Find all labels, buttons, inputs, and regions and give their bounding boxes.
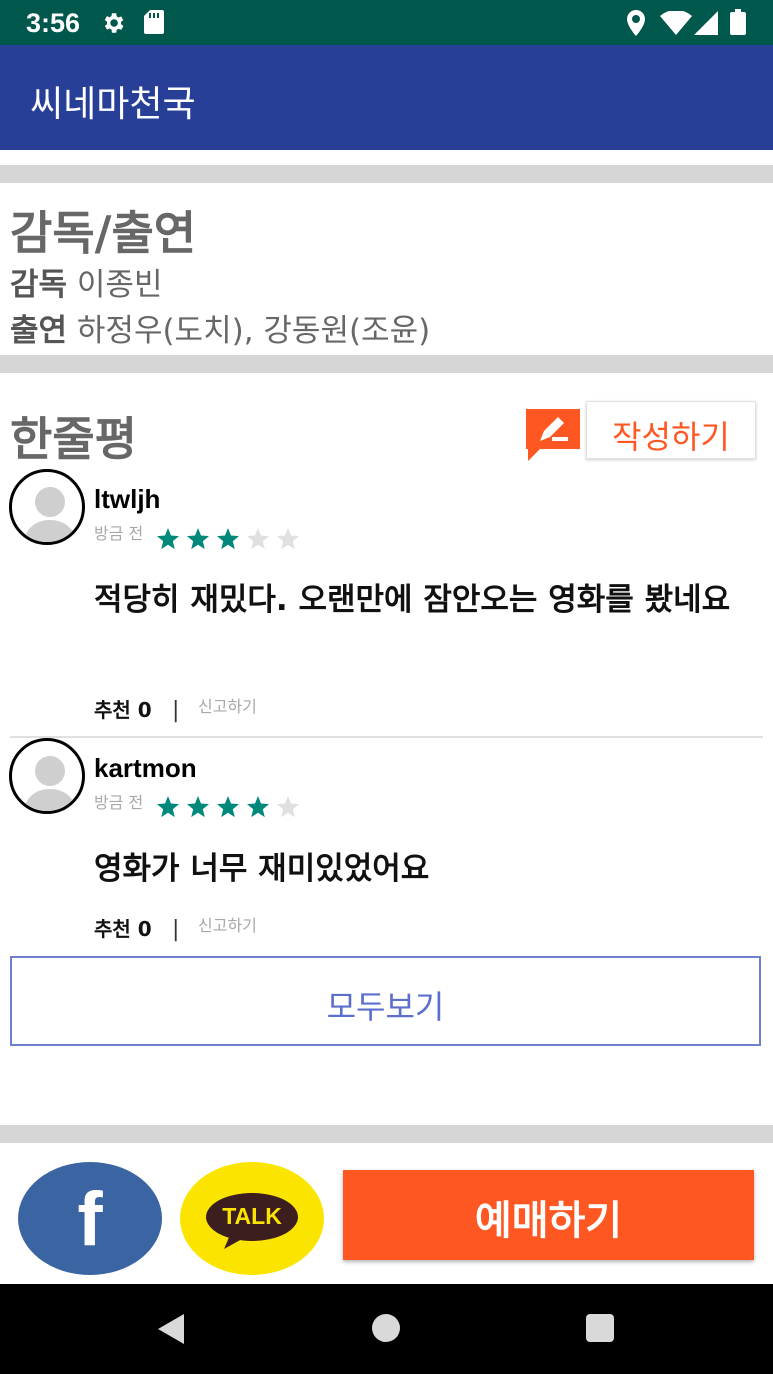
star-rating — [156, 793, 306, 825]
facebook-icon: f — [77, 1177, 103, 1262]
recommend-button[interactable]: 추천 0 — [94, 913, 152, 942]
kakaotalk-icon: TALK — [204, 1191, 300, 1249]
separator: | — [172, 917, 180, 942]
battery-icon — [730, 9, 746, 39]
review-comment: 적당히 재밌다. 오랜만에 잠안오는 영화를 봤네요 — [94, 582, 731, 618]
star-icon — [157, 528, 179, 550]
recommend-label: 추천 — [94, 917, 131, 941]
report-button[interactable]: 신고하기 — [198, 912, 257, 936]
section-divider — [0, 355, 773, 373]
avatar — [9, 469, 85, 545]
kakaotalk-label: TALK — [222, 1203, 282, 1229]
review-heading: 한줄평 — [10, 412, 137, 466]
home-icon[interactable] — [372, 1314, 400, 1342]
star-icon — [187, 796, 209, 818]
review-divider — [10, 736, 763, 738]
star-icon — [157, 796, 179, 818]
write-review-label: 작성하기 — [612, 418, 730, 456]
review-comment: 영화가 너무 재미있었어요 — [94, 851, 430, 887]
review-username: ltwljh — [94, 484, 161, 514]
cast-row: 출연 하정우(도치), 강동원(조윤) — [10, 305, 430, 350]
separator: | — [172, 698, 180, 723]
star-icon — [247, 796, 269, 818]
review-time: 방금 전 — [94, 524, 144, 543]
book-ticket-label: 예매하기 — [474, 1198, 623, 1244]
director-value: 이종빈 — [76, 267, 163, 303]
view-all-label: 모두보기 — [326, 988, 445, 1026]
wifi-icon — [660, 9, 692, 39]
star-icon — [247, 528, 269, 550]
recommend-count: 0 — [137, 698, 152, 722]
user-silhouette-icon — [23, 756, 77, 811]
gear-icon — [100, 10, 126, 40]
director-label: 감독 — [10, 267, 68, 303]
section-divider — [0, 1125, 773, 1143]
recommend-label: 추천 — [94, 698, 131, 722]
cast-label: 출연 — [10, 313, 68, 349]
review-username: kartmon — [94, 753, 197, 783]
star-icon — [277, 528, 299, 550]
back-icon[interactable] — [156, 1312, 186, 1350]
status-time: 3:56 — [26, 8, 81, 38]
star-icon — [277, 796, 299, 818]
app-bar: 씨네마천국 — [0, 45, 773, 150]
cast-value: 하정우(도치), 강동원(조윤) — [76, 313, 431, 349]
facebook-share-button[interactable]: f — [18, 1162, 162, 1275]
star-icon — [187, 528, 209, 550]
sd-card-icon — [144, 10, 164, 38]
star-icon — [217, 528, 239, 550]
location-icon — [626, 10, 646, 40]
app-title: 씨네마천국 — [30, 84, 196, 125]
director-row: 감독 이종빈 — [10, 259, 162, 304]
star-rating — [156, 525, 306, 557]
recent-apps-icon[interactable] — [586, 1314, 614, 1342]
cell-signal-icon — [694, 11, 718, 39]
review-time: 방금 전 — [94, 793, 144, 812]
recommend-count: 0 — [137, 917, 152, 941]
status-bar: 3:56 — [0, 0, 773, 45]
user-silhouette-icon — [23, 487, 77, 542]
cast-heading: 감독/출연 — [10, 206, 197, 260]
view-all-button[interactable]: 모두보기 — [10, 956, 761, 1046]
write-review-icon[interactable] — [524, 407, 582, 463]
avatar — [9, 738, 85, 814]
screen: 3:56 씨네마천국 감독/출연 감독 이종빈 출연 하정우(도치), 강동원(… — [0, 0, 773, 1374]
recommend-button[interactable]: 추천 0 — [94, 694, 152, 723]
write-review-button[interactable]: 작성하기 — [586, 401, 756, 459]
section-divider — [0, 165, 773, 183]
report-button[interactable]: 신고하기 — [198, 693, 257, 717]
cast-section: 감독/출연 감독 이종빈 출연 하정우(도치), 강동원(조윤) — [0, 183, 773, 355]
book-ticket-button[interactable]: 예매하기 — [343, 1170, 754, 1260]
star-icon — [217, 796, 239, 818]
navigation-bar — [0, 1284, 773, 1374]
kakaotalk-share-button[interactable]: TALK — [180, 1162, 324, 1275]
